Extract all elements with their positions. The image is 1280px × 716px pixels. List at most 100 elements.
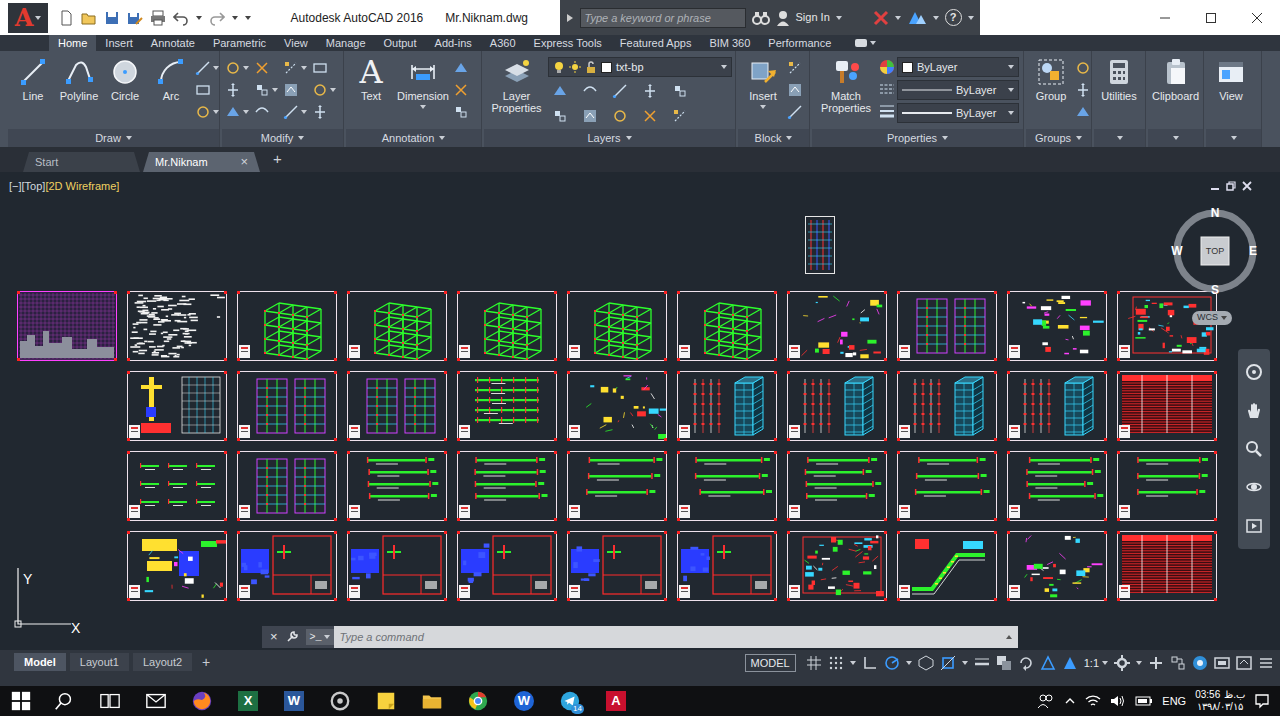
selection-cycling-icon[interactable]	[1018, 655, 1034, 671]
tool-button[interactable]: AText	[349, 55, 393, 102]
tool-button[interactable]: Clipboard	[1151, 55, 1200, 102]
drawing-sheet[interactable]	[1117, 291, 1217, 361]
taskbar-app[interactable]	[363, 686, 409, 716]
drawing-sheet[interactable]	[787, 531, 887, 601]
application-menu-button[interactable]: A	[8, 3, 48, 33]
drawing-sheet[interactable]	[347, 291, 447, 361]
clean-screen-icon[interactable]	[1236, 655, 1252, 671]
small-tool-button[interactable]	[225, 79, 249, 101]
close-button[interactable]	[1234, 0, 1280, 35]
dropdown-caret-icon[interactable]	[836, 16, 842, 20]
clock[interactable]: 03:56ب.ظ۱۳۹۸/۰۳/۱۵	[1195, 689, 1245, 713]
drawing-sheet[interactable]	[567, 371, 667, 441]
save-as-icon[interactable]	[127, 10, 143, 26]
steering-wheel-icon[interactable]	[1245, 363, 1263, 381]
drawing-sheet[interactable]	[237, 291, 337, 361]
drawing-sheet[interactable]	[567, 291, 667, 361]
drawing-sheet[interactable]	[897, 451, 997, 521]
small-tool-button[interactable]	[254, 57, 278, 79]
lineweight-icon[interactable]	[879, 103, 895, 119]
annotation-monitor-icon[interactable]	[1148, 655, 1164, 671]
compass-west[interactable]: W	[1171, 245, 1182, 257]
recent-commands-button[interactable]: >_	[306, 629, 334, 645]
small-tool-button[interactable]	[254, 79, 278, 101]
small-tool-button[interactable]	[195, 101, 219, 123]
plot-icon[interactable]	[150, 10, 166, 26]
drawing-sheet[interactable]	[457, 531, 557, 601]
ribbon-tab[interactable]: Output	[375, 35, 426, 51]
orbit-icon[interactable]	[1245, 478, 1263, 496]
drawing-sheet[interactable]	[457, 371, 557, 441]
tool-button[interactable]: Group	[1029, 55, 1073, 102]
taskbar-app[interactable]: X	[225, 686, 271, 716]
taskbar-app[interactable]	[87, 686, 133, 716]
drawing-sheet[interactable]	[237, 371, 337, 441]
dropdown-caret-icon[interactable]	[245, 16, 251, 20]
dropdown-caret-icon[interactable]	[298, 136, 304, 140]
dropdown-caret-icon[interactable]	[301, 66, 307, 70]
ucs-menu[interactable]: WCS	[1192, 311, 1232, 325]
small-tool-button[interactable]	[787, 57, 803, 79]
small-tool-button[interactable]	[312, 79, 336, 101]
people-icon[interactable]	[1037, 693, 1055, 709]
tool-button[interactable]: Circle	[103, 55, 147, 102]
sign-in-button[interactable]: Sign In	[796, 9, 830, 26]
action-center-icon[interactable]	[1254, 693, 1270, 709]
drawing-sheet[interactable]	[127, 531, 227, 601]
tool-button[interactable]: Line	[11, 55, 55, 102]
viewport-restore-icon[interactable]	[1226, 181, 1236, 191]
model-space-toggle[interactable]: MODEL	[745, 654, 796, 672]
drawing-sheet[interactable]	[897, 531, 997, 601]
color-wheel-icon[interactable]	[879, 59, 895, 75]
showmotion-icon[interactable]	[1245, 517, 1263, 535]
layer-tool-icon[interactable]	[672, 83, 688, 99]
dropdown-caret-icon[interactable]	[870, 41, 876, 45]
small-tool-button[interactable]	[453, 57, 469, 79]
panel-title-bar[interactable]: Groups	[1026, 129, 1091, 147]
taskbar-app[interactable]	[317, 686, 363, 716]
search-field[interactable]	[580, 8, 746, 28]
annotation-scale[interactable]: 1:1	[1084, 655, 1108, 672]
layer-tool-icon[interactable]	[552, 108, 568, 124]
taskbar-app[interactable]: 14	[547, 686, 593, 716]
maximize-button[interactable]	[1188, 0, 1234, 35]
dropdown-caret-icon[interactable]	[968, 16, 974, 20]
small-tool-button[interactable]	[1075, 79, 1091, 101]
drawing-sheet[interactable]	[567, 451, 667, 521]
panel-title-bar[interactable]: Modify	[222, 129, 343, 147]
dropdown-caret-icon[interactable]	[196, 16, 202, 20]
grid-icon[interactable]	[806, 655, 822, 671]
layer-tool-icon[interactable]	[582, 83, 598, 99]
dropdown-caret-icon[interactable]	[850, 661, 856, 665]
dropdown-caret-icon[interactable]	[1102, 661, 1108, 665]
drawing-sheet[interactable]	[127, 371, 227, 441]
viewcube-face[interactable]: TOP	[1206, 247, 1224, 256]
viewport-controls[interactable]: [−][Top][2D Wireframe]	[9, 178, 119, 195]
compass-south[interactable]: S	[1211, 284, 1219, 296]
small-tool-button[interactable]	[453, 101, 469, 123]
close-tab-button[interactable]: ×	[240, 152, 248, 172]
dropdown-caret-icon[interactable]	[895, 16, 901, 20]
drawing-sheet[interactable]	[897, 291, 997, 361]
panel-title-bar[interactable]: Properties	[812, 129, 1023, 147]
snap-icon[interactable]	[828, 655, 844, 671]
drawing-sheet[interactable]	[787, 451, 887, 521]
drawing-sheet[interactable]	[677, 291, 777, 361]
new-layout-button[interactable]: +	[196, 653, 216, 671]
isolate-objects-icon[interactable]	[1192, 655, 1208, 671]
object-snap-icon[interactable]	[940, 655, 956, 671]
dropdown-caret-icon[interactable]	[35, 16, 41, 20]
small-tool-button[interactable]	[312, 101, 336, 123]
drawing-sheet[interactable]	[1007, 371, 1107, 441]
drawing-sheet[interactable]	[17, 291, 117, 361]
drawing-sheet[interactable]	[1117, 451, 1217, 521]
panel-title-bar[interactable]: Layers	[484, 129, 735, 147]
panel-title-bar[interactable]	[1148, 129, 1203, 147]
dropdown-caret-icon[interactable]	[786, 136, 792, 140]
viewport-control[interactable]: [2D Wireframe]	[45, 178, 119, 195]
isodraft-icon[interactable]	[918, 655, 934, 671]
dropdown-caret-icon[interactable]	[1006, 635, 1012, 639]
dropdown-caret-icon[interactable]	[420, 105, 426, 109]
layer-tool-icon[interactable]	[552, 83, 568, 99]
taskbar-app[interactable]: W	[501, 686, 547, 716]
